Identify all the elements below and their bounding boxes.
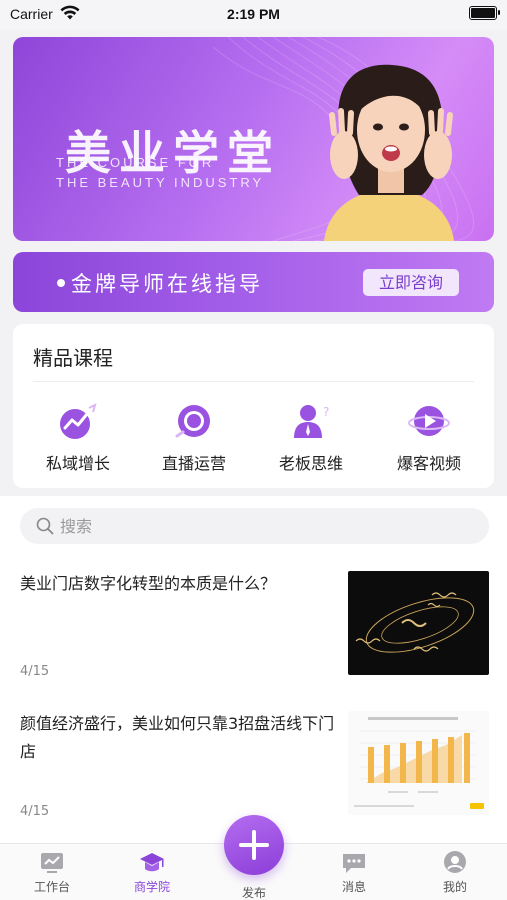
search-bar[interactable] bbox=[20, 508, 489, 544]
status-bar: Carrier 2:19 PM bbox=[0, 0, 507, 30]
consult-banner[interactable]: 金牌导师在线指导 立即咨询 bbox=[13, 252, 494, 312]
workbench-icon bbox=[41, 853, 63, 873]
tab-label: 工作台 bbox=[33, 880, 70, 894]
chalkboard-thumbnail-image bbox=[348, 571, 489, 675]
banner-subtitle-line2: THE BEAUTY INDUSTRY bbox=[56, 175, 265, 190]
list-item[interactable]: 美业门店数字化转型的本质是什么？ 4/15 bbox=[0, 554, 507, 694]
svg-text:?: ? bbox=[323, 405, 329, 419]
article-title: 美业门店数字化转型的本质是什么？ bbox=[20, 574, 277, 593]
bullet-dot bbox=[57, 279, 65, 287]
boss-icon: ? bbox=[294, 405, 329, 438]
course-item-live-ops[interactable]: 直播运营 bbox=[144, 402, 244, 473]
list-item[interactable]: 颜值经济盛行，美业如何只靠3招盘活线下门店 4/15 bbox=[0, 694, 507, 834]
tab-mine[interactable]: 我的 bbox=[420, 850, 490, 898]
tab-business-school[interactable]: 商学院 bbox=[117, 850, 187, 898]
tab-label: 我的 bbox=[442, 880, 467, 894]
consult-text: 金牌导师在线指导 bbox=[71, 272, 263, 296]
status-time: 2:19 PM bbox=[227, 6, 280, 22]
article-date: 4/15 bbox=[20, 804, 50, 819]
search-icon bbox=[36, 517, 54, 535]
video-icon bbox=[408, 406, 450, 436]
tab-label-publish: 发布 bbox=[241, 886, 266, 900]
publish-plus-button[interactable] bbox=[224, 815, 284, 875]
tab-messages[interactable]: 消息 bbox=[319, 850, 389, 898]
tab-workbench[interactable]: 工作台 bbox=[17, 850, 87, 898]
section-title: 精品课程 bbox=[33, 346, 113, 370]
bar-chart-thumbnail-image bbox=[348, 711, 489, 815]
course-label: 私域增长 bbox=[45, 454, 110, 473]
course-item-boss-thinking[interactable]: ? 老板思维 bbox=[261, 402, 361, 473]
battery-icon bbox=[469, 6, 500, 20]
consult-now-button[interactable]: 立即咨询 bbox=[363, 269, 459, 296]
banner-title: 美业学堂 bbox=[65, 126, 281, 180]
article-date: 4/15 bbox=[20, 664, 50, 679]
graduation-cap-icon bbox=[140, 853, 164, 872]
course-item-viral-video[interactable]: 爆客视频 bbox=[379, 402, 479, 473]
article-title: 颜值经济盛行，美业如何只靠3招盘活线下门店 bbox=[20, 714, 335, 761]
banner-subtitle-line1: THE COURSE FOR bbox=[56, 155, 215, 170]
search-area bbox=[0, 496, 507, 554]
featured-courses-card: 精品课程 私域增长 直播运营 ? 老板思维 爆客视频 bbox=[13, 324, 494, 488]
course-item-private-growth[interactable]: 私域增长 bbox=[28, 402, 128, 473]
divider bbox=[33, 381, 474, 382]
model-photo bbox=[324, 64, 454, 241]
course-label: 直播运营 bbox=[161, 454, 226, 473]
course-label: 爆客视频 bbox=[396, 454, 461, 473]
profile-icon bbox=[444, 851, 466, 873]
tab-label: 商学院 bbox=[133, 880, 170, 894]
article-list: 美业门店数字化转型的本质是什么？ 4/15 颜值经济盛行，美业如何只靠3招盘活线… bbox=[0, 554, 507, 844]
course-label: 老板思维 bbox=[278, 454, 343, 473]
growth-icon bbox=[60, 403, 97, 439]
tab-label: 消息 bbox=[341, 880, 366, 894]
message-icon bbox=[343, 854, 365, 873]
search-input[interactable] bbox=[60, 515, 360, 537]
hero-banner[interactable]: 美业学堂 THE COURSE FOR THE BEAUTY INDUSTRY bbox=[13, 37, 494, 241]
live-icon bbox=[175, 405, 210, 438]
